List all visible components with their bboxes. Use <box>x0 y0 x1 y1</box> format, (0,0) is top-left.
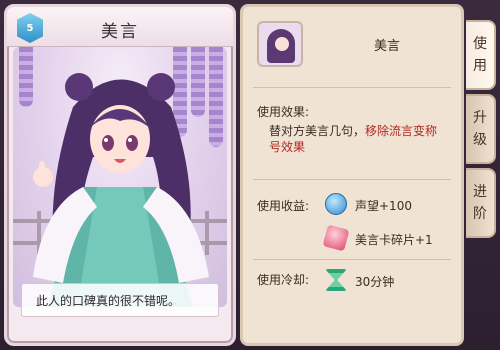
fragment-icon <box>322 224 350 252</box>
tab-use-char-2: 用 <box>473 58 487 74</box>
item-icon <box>257 21 303 67</box>
item-info-panel: 美言 使用效果: 替对方美言几句，移除流言变称号效果 使用收益: 声望+100 … <box>240 4 464 346</box>
effect-label: 使用效果: <box>257 105 310 119</box>
cooldown-label: 使用冷却: <box>257 273 310 287</box>
character-quote: 此人的口碑真的很不错呢。 <box>21 283 219 317</box>
tab-use-char-1: 使 <box>473 36 487 52</box>
card-header: 5 美言 <box>7 7 233 47</box>
effect-text-prefix: 替对方美言几句， <box>269 124 366 138</box>
tab-advance-char-1: 进 <box>473 184 487 200</box>
gain-label: 使用收益: <box>257 199 310 213</box>
cooldown-value: 30分钟 <box>355 275 395 289</box>
tab-advance[interactable]: 进 阶 <box>466 168 496 238</box>
tab-upgrade-char-1: 升 <box>473 110 487 126</box>
item-name: 美言 <box>373 39 400 54</box>
divider <box>253 179 451 180</box>
effect-text: 替对方美言几句，移除流言变称号效果 <box>269 123 449 155</box>
reputation-icon <box>325 193 347 215</box>
tab-upgrade[interactable]: 升 级 <box>466 94 496 164</box>
card-title: 美言 <box>101 22 139 42</box>
tab-use[interactable]: 使 用 <box>466 20 496 90</box>
character-illustration <box>13 47 227 307</box>
divider <box>253 87 451 88</box>
tab-advance-char-2: 阶 <box>473 206 487 222</box>
divider <box>253 259 451 260</box>
gain-fragment-value: 美言卡碎片+1 <box>355 233 433 247</box>
gain-reputation-value: 声望+100 <box>355 199 412 213</box>
hourglass-icon <box>325 269 347 291</box>
character-girl-image <box>33 73 209 307</box>
tab-upgrade-char-2: 级 <box>473 132 487 148</box>
character-card: 5 美言 此人的口碑真的很不错呢。 <box>4 4 236 346</box>
